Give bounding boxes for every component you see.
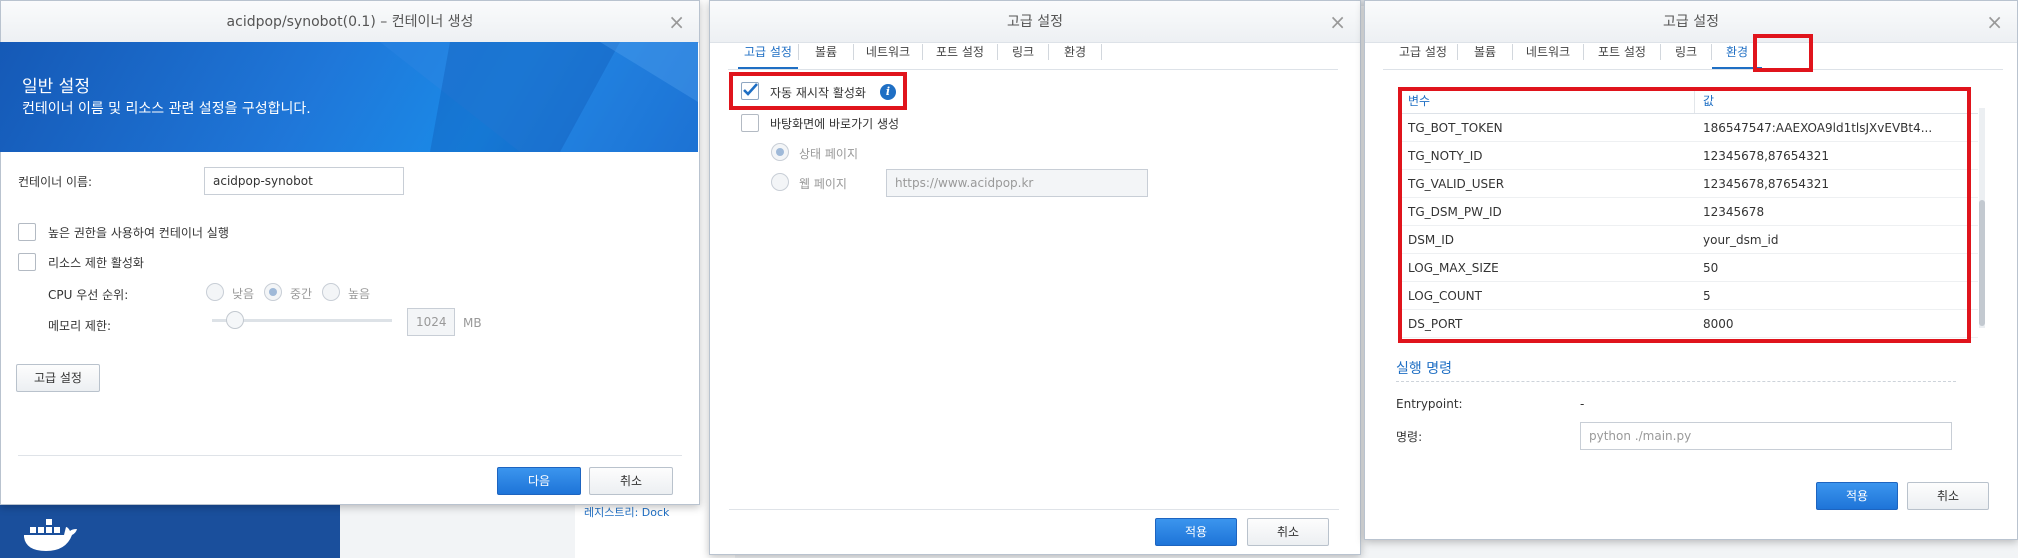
general-settings-banner — [0, 42, 698, 152]
info-icon[interactable]: i — [880, 84, 896, 100]
dialog-title: 고급 설정 — [1007, 14, 1063, 30]
tab-separator — [1101, 43, 1102, 60]
cpu-high-label: 높음 — [348, 287, 371, 301]
web-page-url-input[interactable]: https://www.acidpop.kr — [886, 169, 1148, 197]
tab-network[interactable]: 네트워크 — [854, 35, 922, 69]
footer-divider — [729, 509, 1339, 510]
privileged-label: 높은 권한을 사용하여 컨테이너 실행 — [48, 226, 229, 240]
apply-button[interactable]: 적용 — [1155, 518, 1237, 546]
tab-advanced[interactable]: 고급 설정 — [1389, 35, 1457, 69]
tab-port-settings[interactable]: 포트 설정 — [923, 35, 997, 69]
tab-links[interactable]: 링크 — [1661, 35, 1711, 69]
dialog-title-bar[interactable]: acidpop/synobot(0.1) – 컨테이너 생성 × — [1, 1, 699, 43]
container-name-label: 컨테이너 이름: — [18, 175, 93, 189]
advanced-settings-button[interactable]: 고급 설정 — [16, 364, 100, 392]
cancel-button[interactable]: 취소 — [1907, 482, 1989, 510]
apply-button[interactable]: 적용 — [1816, 482, 1898, 510]
memory-unit-label: MB — [463, 316, 482, 330]
tab-advanced[interactable]: 고급 설정 — [738, 35, 798, 69]
web-page-radio[interactable] — [771, 173, 789, 191]
desktop-shortcut-label: 바탕화면에 바로가기 생성 — [770, 117, 900, 131]
page-subtitle: 컨테이너 이름 및 리소스 관련 설정을 구성합니다. — [22, 101, 311, 117]
tab-network[interactable]: 네트워크 — [1513, 35, 1583, 69]
environment-table-highlight — [1398, 87, 1971, 343]
container-name-input[interactable]: acidpop-synobot — [204, 167, 404, 195]
cpu-low-radio[interactable] — [206, 283, 224, 301]
command-input[interactable]: python ./main.py — [1580, 422, 1952, 450]
tab-bar: 고급 설정 볼륨 네트워크 포트 설정 링크 환경 — [728, 34, 1338, 70]
resource-limit-label: 리소스 제한 활성화 — [48, 256, 144, 270]
cpu-mid-radio[interactable] — [264, 283, 282, 301]
tab-volume[interactable]: 볼륨 — [1458, 35, 1512, 69]
next-button[interactable]: 다음 — [497, 467, 581, 495]
tab-bar: 고급 설정 볼륨 네트워크 포트 설정 링크 환경 — [1383, 34, 2003, 70]
cpu-mid-label: 중간 — [290, 287, 313, 301]
tab-volume[interactable]: 볼륨 — [799, 35, 853, 69]
resource-limit-checkbox[interactable] — [18, 253, 36, 271]
cancel-button[interactable]: 취소 — [1247, 518, 1329, 546]
dialog-title: 고급 설정 — [1663, 14, 1719, 30]
environment-tab-highlight — [1753, 34, 1813, 72]
command-label: 명령: — [1396, 430, 1423, 444]
entrypoint-value: - — [1580, 397, 1585, 411]
cpu-priority-label: CPU 우선 순위: — [48, 288, 129, 302]
page-title: 일반 설정 — [22, 77, 90, 97]
banner-pattern-icon — [380, 42, 698, 152]
checkmark-icon — [743, 83, 758, 96]
registry-label[interactable]: 레지스트리: Dock — [584, 504, 669, 520]
section-divider — [1396, 381, 1956, 382]
tab-links[interactable]: 링크 — [998, 35, 1048, 69]
cpu-low-label: 낮음 — [232, 287, 255, 301]
web-page-label: 웹 페이지 — [799, 177, 847, 191]
desktop-shortcut-checkbox[interactable] — [741, 114, 759, 132]
privileged-checkbox[interactable] — [18, 223, 36, 241]
footer-divider — [18, 455, 682, 456]
status-page-radio[interactable] — [771, 143, 789, 161]
cancel-button[interactable]: 취소 — [589, 467, 673, 495]
auto-restart-label: 자동 재시작 활성화 — [770, 86, 866, 100]
cpu-high-radio[interactable] — [322, 283, 340, 301]
close-icon[interactable]: × — [668, 1, 685, 43]
table-scrollbar-thumb[interactable] — [1979, 200, 1985, 326]
status-page-label: 상태 페이지 — [799, 147, 859, 161]
auto-restart-checkbox[interactable] — [741, 82, 759, 100]
memory-slider-handle[interactable] — [226, 311, 244, 329]
tab-port-settings[interactable]: 포트 설정 — [1584, 35, 1660, 69]
exec-command-section-title: 실행 명령 — [1396, 361, 1452, 377]
entrypoint-label: Entrypoint: — [1396, 397, 1463, 411]
memory-value-input[interactable]: 1024 — [407, 308, 455, 336]
docker-whale-icon — [24, 519, 77, 551]
tab-environment[interactable]: 환경 — [1049, 35, 1101, 69]
dialog-title: acidpop/synobot(0.1) – 컨테이너 생성 — [226, 14, 474, 30]
memory-limit-label: 메모리 제한: — [48, 319, 112, 333]
